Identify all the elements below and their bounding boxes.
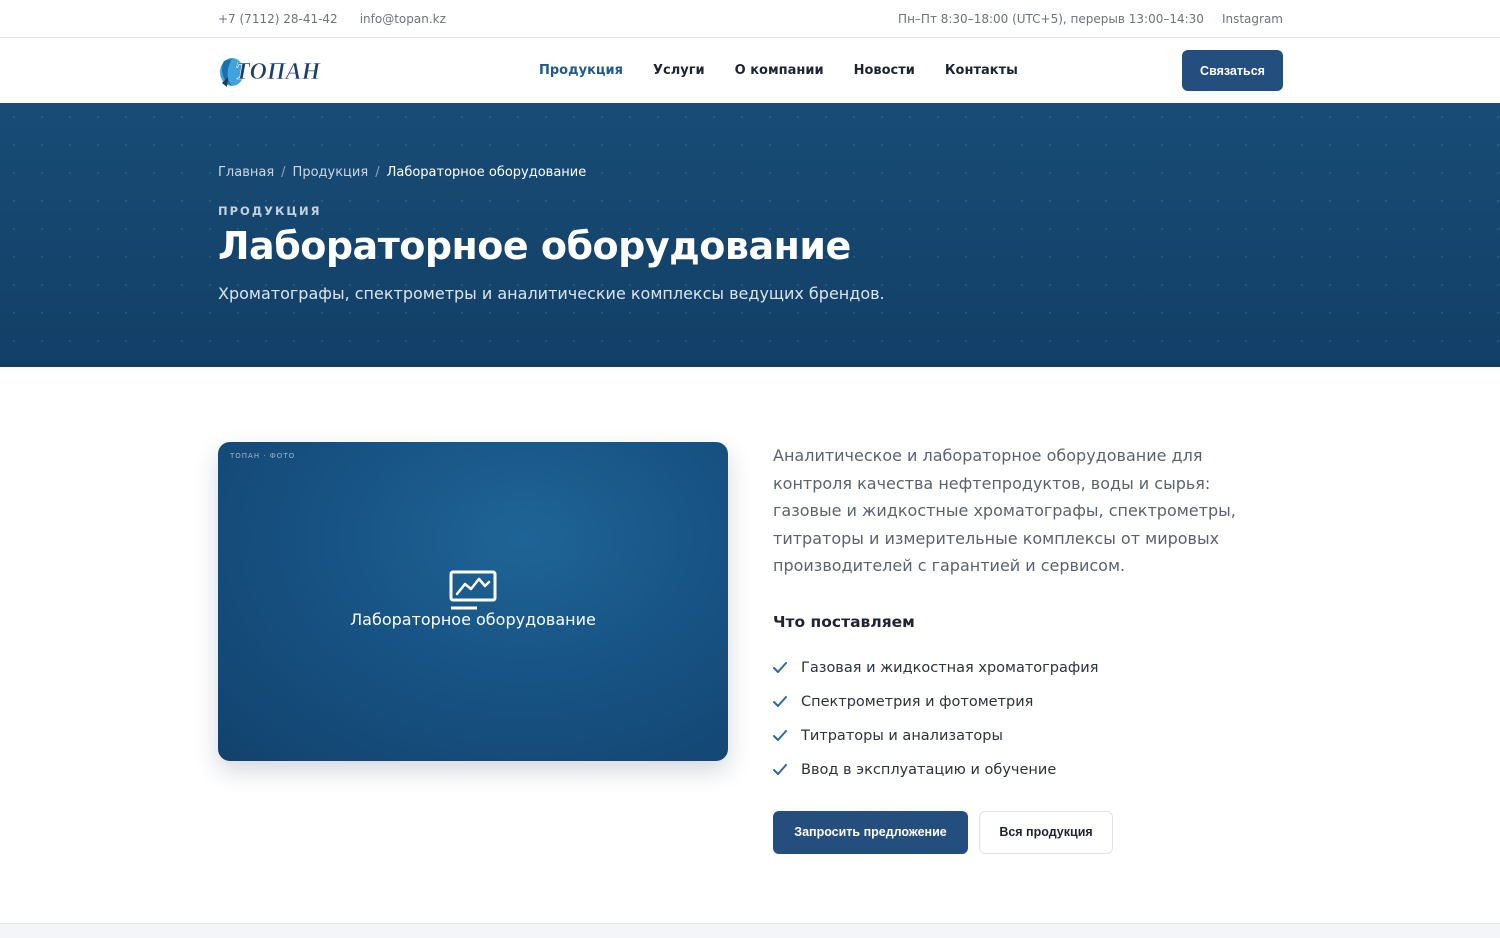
check-icon xyxy=(773,661,801,674)
nav-item-services[interactable]: Услуги xyxy=(653,63,705,78)
logo-icon: ТОПАН xyxy=(220,57,322,87)
product-photo: ТОПАН · ФОТО Лабораторное оборудование xyxy=(218,442,728,761)
check-icon xyxy=(773,729,801,742)
check-icon xyxy=(773,695,801,708)
product-description: Аналитическое и лабораторное оборудовани… xyxy=(773,446,1236,575)
feature-label: Титраторы и анализаторы xyxy=(801,727,1003,744)
hero-section: Главная / Продукция / Лабораторное обору… xyxy=(0,103,1500,367)
working-hours: Пн–Пт 8:30–18:00 (UTC+5), перерыв 13:00–… xyxy=(898,12,1204,26)
breadcrumb: Главная / Продукция / Лабораторное обору… xyxy=(218,165,1283,180)
feature-label: Спектрометрия и фотометрия xyxy=(801,693,1034,710)
action-buttons: Запросить предложение Вся продукция xyxy=(773,810,1283,854)
features-heading: Что поставляем xyxy=(773,612,915,631)
list-item: Газовая и жидкостная хроматография xyxy=(773,651,1283,685)
nav-item-contacts[interactable]: Контакты xyxy=(945,63,1018,78)
list-item: Спектрометрия и фотометрия xyxy=(773,685,1283,719)
section-eyebrow: ПРОДУКЦИЯ xyxy=(218,204,322,218)
main-section: ТОПАН · ФОТО Лабораторное оборудование А… xyxy=(0,367,1500,854)
breadcrumb-separator: / xyxy=(375,165,380,180)
all-products-button[interactable]: Вся продукция xyxy=(979,810,1113,854)
contact-button[interactable]: Связаться xyxy=(1182,50,1283,91)
email-link[interactable]: info@topan.kz xyxy=(360,12,446,26)
main-nav: Продукция Услуги О компании Новости Конт… xyxy=(539,63,1018,78)
monitor-chart-icon xyxy=(449,570,497,610)
phone-link[interactable]: +7 (7112) 28-41-42 xyxy=(218,12,338,26)
instagram-link[interactable]: Instagram xyxy=(1222,12,1283,26)
nav-item-about[interactable]: О компании xyxy=(735,63,824,78)
list-item: Ввод в эксплуатацию и обучение xyxy=(773,753,1283,787)
footer-divider xyxy=(0,923,1500,938)
photo-tag: ТОПАН · ФОТО xyxy=(230,452,296,460)
breadcrumb-products[interactable]: Продукция xyxy=(293,165,369,180)
nav-item-products[interactable]: Продукция xyxy=(539,63,623,78)
feature-label: Ввод в эксплуатацию и обучение xyxy=(801,761,1057,778)
logo-text: ТОПАН xyxy=(235,59,322,85)
features-list: Газовая и жидкостная хроматография Спект… xyxy=(773,651,1283,787)
nav-item-news[interactable]: Новости xyxy=(854,63,915,78)
breadcrumb-current: Лабораторное оборудование xyxy=(386,165,587,180)
check-icon xyxy=(773,763,801,776)
top-bar: +7 (7112) 28-41-42 info@topan.kz Пн–Пт 8… xyxy=(0,0,1500,38)
request-offer-button[interactable]: Запросить предложение xyxy=(773,810,968,854)
company-logo[interactable]: ТОПАН xyxy=(218,51,322,91)
page-lead: Хроматографы, спектрометры и аналитическ… xyxy=(218,284,885,303)
site-header: ТОПАН Продукция Услуги О компании Новост… xyxy=(0,38,1500,103)
feature-label: Газовая и жидкостная хроматография xyxy=(801,659,1099,676)
breadcrumb-separator: / xyxy=(281,165,286,180)
page-title: Лабораторное оборудование xyxy=(218,224,851,268)
list-item: Титраторы и анализаторы xyxy=(773,719,1283,753)
product-content: Аналитическое и лабораторное оборудовани… xyxy=(773,442,1283,854)
breadcrumb-home[interactable]: Главная xyxy=(218,165,274,180)
photo-label: Лабораторное оборудование xyxy=(350,610,596,629)
